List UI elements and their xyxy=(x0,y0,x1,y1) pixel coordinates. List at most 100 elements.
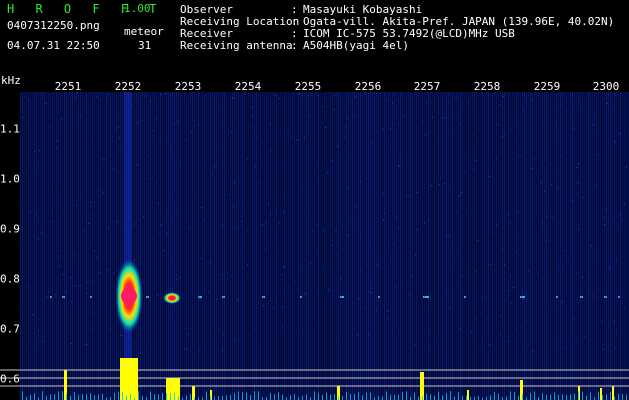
noise-speckle xyxy=(511,128,513,130)
noise-speckle xyxy=(474,159,476,161)
noise-streak xyxy=(478,92,479,400)
noise-speckle xyxy=(528,270,530,272)
noise-speckle xyxy=(392,103,393,105)
noise-speckle xyxy=(454,255,456,257)
noise-bar xyxy=(238,391,239,400)
meteor-count: 31 xyxy=(138,39,152,52)
noise-speckle xyxy=(612,109,614,111)
noise-speckle xyxy=(460,192,462,194)
noise-speckle xyxy=(198,124,200,126)
noise-speckle xyxy=(501,136,503,138)
noise-streak xyxy=(58,92,59,400)
noise-speckle xyxy=(113,273,115,274)
noise-streak xyxy=(432,92,433,400)
noise-streak xyxy=(496,92,497,400)
noise-bar xyxy=(230,394,231,400)
noise-speckle xyxy=(583,196,585,198)
noise-speckle xyxy=(260,161,262,162)
noise-speckle xyxy=(88,223,90,224)
noise-speckle xyxy=(98,120,100,122)
noise-bar xyxy=(74,392,75,400)
noise-bar xyxy=(222,395,223,400)
noise-streak xyxy=(312,92,313,400)
noise-speckle xyxy=(225,104,227,106)
noise-streak xyxy=(378,92,379,400)
noise-speckle xyxy=(299,93,301,94)
noise-bar xyxy=(626,394,627,400)
noise-speckle xyxy=(55,296,57,298)
noise-bar xyxy=(170,392,171,400)
noise-speckle xyxy=(578,99,580,101)
noise-speckle xyxy=(90,283,92,285)
noise-speckle xyxy=(428,348,430,350)
noise-speckle xyxy=(360,181,362,183)
noise-speckle xyxy=(38,162,40,164)
noise-speckle xyxy=(384,212,386,214)
noise-streak xyxy=(384,92,385,400)
noise-streak xyxy=(164,92,165,400)
noise-bar xyxy=(62,391,63,400)
noise-speckle xyxy=(133,259,135,261)
noise-streak xyxy=(382,92,383,400)
noise-bar xyxy=(34,393,35,400)
noise-speckle xyxy=(337,240,339,241)
noise-speckle xyxy=(175,275,177,277)
noise-bar xyxy=(258,391,259,400)
noise-speckle xyxy=(588,290,590,292)
noise-speckle xyxy=(531,99,532,101)
noise-streak xyxy=(120,92,121,400)
noise-speckle xyxy=(232,97,234,99)
noise-speckle xyxy=(371,141,373,143)
noise-bar xyxy=(206,391,207,400)
noise-streak xyxy=(304,92,305,400)
noise-speckle xyxy=(106,98,108,100)
noise-bar xyxy=(242,391,243,400)
noise-bar xyxy=(570,394,571,400)
noise-streak xyxy=(576,92,577,400)
noise-bar xyxy=(162,393,163,400)
noise-speckle xyxy=(322,162,324,164)
noise-speckle xyxy=(162,250,164,252)
noise-streak xyxy=(162,92,163,400)
noise-speckle xyxy=(297,93,299,95)
noise-speckle xyxy=(487,318,489,319)
noise-speckle xyxy=(193,120,195,121)
noise-speckle xyxy=(382,193,384,195)
noise-speckle xyxy=(255,327,257,329)
noise-streak xyxy=(262,92,263,400)
noise-speckle xyxy=(517,120,519,122)
noise-speckle xyxy=(331,244,333,246)
noise-streak xyxy=(584,92,585,400)
noise-streak xyxy=(78,92,79,400)
noise-speckle xyxy=(177,120,179,122)
noise-streak xyxy=(444,92,445,400)
noise-streak xyxy=(406,92,407,400)
noise-bar xyxy=(578,391,579,400)
noise-speckle xyxy=(108,228,110,229)
noise-speckle xyxy=(489,343,491,345)
noise-speckle xyxy=(234,340,236,342)
noise-speckle xyxy=(50,221,52,223)
noise-speckle xyxy=(261,142,263,144)
carrier-trace-core xyxy=(581,296,582,298)
noise-speckle xyxy=(291,136,292,138)
noise-bar xyxy=(166,393,167,400)
carrier-trace-core xyxy=(147,296,148,298)
noise-streak xyxy=(212,92,213,400)
noise-speckle xyxy=(86,293,88,295)
noise-speckle xyxy=(508,290,510,292)
noise-streak xyxy=(572,92,573,400)
noise-speckle xyxy=(203,219,205,221)
noise-speckle xyxy=(275,239,276,241)
noise-streak xyxy=(106,92,107,400)
noise-speckle xyxy=(532,350,534,352)
noise-speckle xyxy=(386,147,388,149)
noise-speckle xyxy=(470,212,472,214)
noise-bar xyxy=(302,395,303,400)
noise-speckle xyxy=(56,140,58,142)
noise-speckle xyxy=(278,98,280,99)
noise-streak xyxy=(132,92,133,400)
noise-speckle xyxy=(233,206,235,207)
noise-bar xyxy=(126,395,127,400)
noise-streak xyxy=(232,92,233,400)
